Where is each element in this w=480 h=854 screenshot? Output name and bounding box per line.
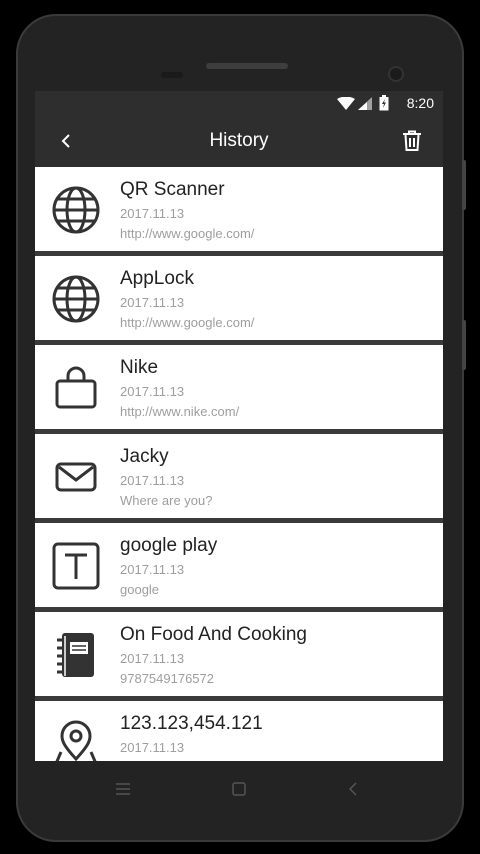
globe-icon <box>49 185 103 235</box>
home-icon <box>232 782 246 796</box>
item-name: AppLock <box>120 268 194 289</box>
menu-button[interactable] <box>113 779 133 799</box>
item-detail: google <box>120 582 160 597</box>
history-item[interactable]: AppLock 2017.11.13 http://www.google.com… <box>35 256 443 340</box>
item-date: 2017.11.13 <box>120 562 185 577</box>
history-item[interactable]: 123.123,454.121 2017.11.13 <box>35 701 443 761</box>
app-bar: History <box>35 115 443 167</box>
item-detail: http://www.nike.com/ <box>120 404 240 419</box>
power-button <box>462 320 466 370</box>
item-name: On Food And Cooking <box>120 624 307 645</box>
item-detail: 9787549176572 <box>120 671 214 686</box>
history-item[interactable]: On Food And Cooking 2017.11.13 978754917… <box>35 612 443 696</box>
item-detail: http://www.google.com/ <box>120 226 255 241</box>
trash-icon <box>403 130 421 151</box>
book-icon <box>49 630 103 680</box>
status-time: 8:20 <box>406 95 434 111</box>
item-date: 2017.11.13 <box>120 740 185 755</box>
system-back-button[interactable] <box>343 779 363 799</box>
volume-button <box>462 160 466 210</box>
map-pin-icon <box>49 719 103 761</box>
wifi-icon <box>337 97 355 110</box>
item-date: 2017.11.13 <box>120 295 185 310</box>
item-date: 2017.11.13 <box>120 473 185 488</box>
globe-icon <box>49 274 103 324</box>
history-item[interactable]: google play 2017.11.13 google <box>35 523 443 607</box>
item-date: 2017.11.13 <box>120 651 185 666</box>
item-name: Jacky <box>120 446 169 467</box>
signal-icon <box>358 97 372 110</box>
back-arrow-icon <box>349 782 357 796</box>
item-name: 123.123,454.121 <box>120 713 263 734</box>
item-name: QR Scanner <box>120 179 225 200</box>
item-name: google play <box>120 535 218 556</box>
status-bar: 8:20 <box>35 91 443 115</box>
sensor <box>161 72 183 78</box>
envelope-icon <box>49 452 103 502</box>
history-list: QR Scanner 2017.11.13 http://www.google.… <box>35 167 443 761</box>
home-button[interactable] <box>229 779 249 799</box>
delete-all-button[interactable] <box>399 127 425 155</box>
history-item[interactable]: Jacky 2017.11.13 Where are you? <box>35 434 443 518</box>
item-date: 2017.11.13 <box>120 206 185 221</box>
item-date: 2017.11.13 <box>120 384 185 399</box>
history-item[interactable]: Nike 2017.11.13 http://www.nike.com/ <box>35 345 443 429</box>
earpiece-speaker <box>206 63 288 69</box>
screen: 8:20 History QR Scanner 2017.11.13 http:… <box>35 91 443 761</box>
menu-icon <box>116 783 130 795</box>
text-icon <box>49 541 103 591</box>
shopping-bag-icon <box>49 363 103 413</box>
battery-icon <box>379 95 389 111</box>
page-title: History <box>209 130 269 151</box>
history-item[interactable]: QR Scanner 2017.11.13 http://www.google.… <box>35 167 443 251</box>
item-name: Nike <box>120 357 159 378</box>
item-detail: http://www.google.com/ <box>120 315 255 330</box>
system-nav-bar <box>35 761 443 817</box>
front-camera <box>390 68 402 80</box>
item-detail: Where are you? <box>120 493 213 508</box>
